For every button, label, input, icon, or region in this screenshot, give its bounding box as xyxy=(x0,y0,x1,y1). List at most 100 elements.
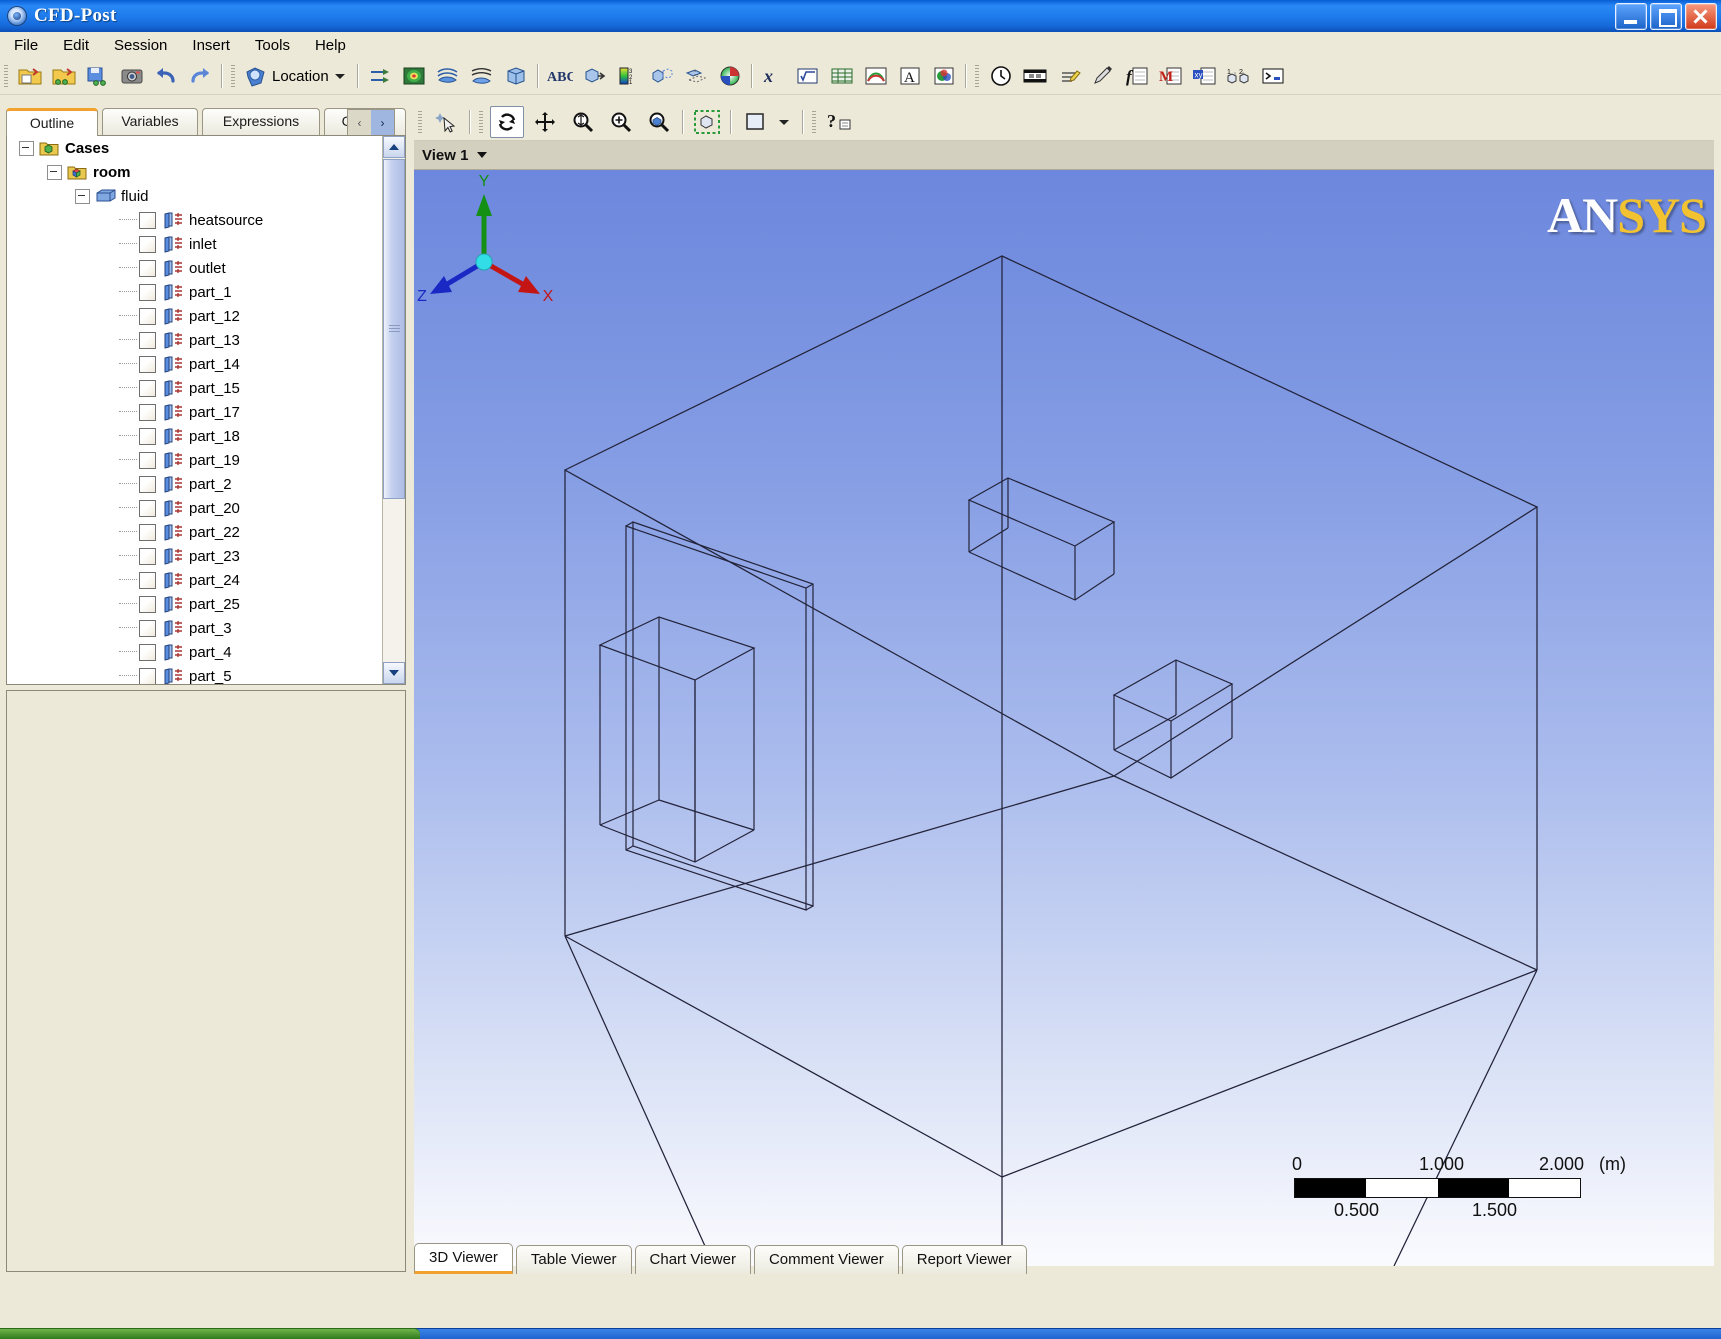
tree-scrollbar[interactable] xyxy=(382,136,405,684)
tree-item-checkbox[interactable] xyxy=(139,548,156,565)
tree-item-part-17[interactable]: part_17 xyxy=(7,400,382,424)
turbo-icon[interactable]: 12 xyxy=(1223,60,1255,92)
tab-expressions[interactable]: Expressions xyxy=(202,108,320,135)
outline-tree[interactable]: Casesroomfluidheatsourceinletoutletpart_… xyxy=(7,136,382,684)
tree-item-part-2[interactable]: part_2 xyxy=(7,472,382,496)
report-figure-icon[interactable] xyxy=(928,60,960,92)
maximize-button[interactable] xyxy=(1650,3,1682,30)
background-dropdown-icon[interactable] xyxy=(776,106,796,138)
pan-icon[interactable] xyxy=(528,106,562,138)
tree-item-room[interactable]: room xyxy=(7,160,382,184)
vector-icon[interactable] xyxy=(364,60,396,92)
menu-tools[interactable]: Tools xyxy=(244,34,301,57)
zoom-box-icon[interactable] xyxy=(566,106,600,138)
tree-item-checkbox[interactable] xyxy=(139,428,156,445)
clip-plane-icon[interactable] xyxy=(680,60,712,92)
fit-view-icon[interactable] xyxy=(642,106,676,138)
tree-item-part-22[interactable]: part_22 xyxy=(7,520,382,544)
zoom-in-icon[interactable] xyxy=(604,106,638,138)
redo-icon[interactable] xyxy=(184,60,216,92)
viewer-toolbar-grip-3[interactable] xyxy=(812,111,816,133)
tab-next-button[interactable]: › xyxy=(371,110,394,135)
toolbar-grip-2[interactable] xyxy=(231,65,235,87)
location-dropdown-icon[interactable] xyxy=(335,74,345,79)
select-pick-icon[interactable] xyxy=(429,106,463,138)
rotate-icon[interactable] xyxy=(490,106,524,138)
minimize-button[interactable] xyxy=(1615,3,1647,30)
tree-item-part-4[interactable]: part_4 xyxy=(7,640,382,664)
tree-item-checkbox[interactable] xyxy=(139,476,156,493)
tree-item-checkbox[interactable] xyxy=(139,572,156,589)
toolbar-grip-3[interactable] xyxy=(975,65,979,87)
tree-item-checkbox[interactable] xyxy=(139,500,156,517)
tree-item-checkbox[interactable] xyxy=(139,452,156,469)
tree-item-part-24[interactable]: part_24 xyxy=(7,568,382,592)
tree-item-checkbox[interactable] xyxy=(139,356,156,373)
function-calculator-icon[interactable] xyxy=(792,60,824,92)
load-state-icon[interactable] xyxy=(48,60,80,92)
tree-item-checkbox[interactable] xyxy=(139,404,156,421)
instance-transform-icon[interactable] xyxy=(646,60,678,92)
tab-comment-viewer[interactable]: Comment Viewer xyxy=(754,1245,899,1274)
probe-icon[interactable] xyxy=(1087,60,1119,92)
axis-triad[interactable]: Y X Z xyxy=(414,170,554,310)
particle-track-icon[interactable] xyxy=(466,60,498,92)
variable-calculator-icon[interactable]: xy xyxy=(1189,60,1221,92)
tree-item-heatsource[interactable]: heatsource xyxy=(7,208,382,232)
timestep-icon[interactable] xyxy=(985,60,1017,92)
menu-insert[interactable]: Insert xyxy=(181,34,241,57)
location-button[interactable]: Location xyxy=(240,60,353,92)
legend-icon[interactable]: 321 xyxy=(612,60,644,92)
edit-icon[interactable] xyxy=(1053,60,1085,92)
tree-item-part-3[interactable]: part_3 xyxy=(7,616,382,640)
tree-item-checkbox[interactable] xyxy=(139,596,156,613)
tree-item-checkbox[interactable] xyxy=(139,284,156,301)
scroll-thumb[interactable] xyxy=(383,159,405,499)
color-map-icon[interactable] xyxy=(714,60,746,92)
close-button[interactable] xyxy=(1685,3,1717,30)
toolbar-grip[interactable] xyxy=(4,65,8,87)
load-results-icon[interactable] xyxy=(14,60,46,92)
tree-item-part-25[interactable]: part_25 xyxy=(7,592,382,616)
tree-expander-icon[interactable] xyxy=(47,165,62,180)
tab-report-viewer[interactable]: Report Viewer xyxy=(902,1245,1027,1274)
start-button[interactable] xyxy=(0,1328,420,1339)
coordinate-frame-icon[interactable] xyxy=(578,60,610,92)
macro-calculator-icon[interactable]: M xyxy=(1155,60,1187,92)
tree-item-checkbox[interactable] xyxy=(139,620,156,637)
tab-table-viewer[interactable]: Table Viewer xyxy=(516,1245,632,1274)
menu-edit[interactable]: Edit xyxy=(52,34,100,57)
tree-item-checkbox[interactable] xyxy=(139,524,156,541)
scroll-up-button[interactable] xyxy=(383,136,405,158)
view-selector-bar[interactable]: View 1 xyxy=(414,141,1714,170)
tab-outline[interactable]: Outline xyxy=(6,108,98,136)
tree-item-checkbox[interactable] xyxy=(139,380,156,397)
background-color-icon[interactable] xyxy=(738,106,772,138)
streamline-icon[interactable] xyxy=(432,60,464,92)
report-text-icon[interactable]: A xyxy=(894,60,926,92)
tree-item-outlet[interactable]: outlet xyxy=(7,256,382,280)
expression-icon[interactable]: x xyxy=(758,60,790,92)
save-state-icon[interactable] xyxy=(82,60,114,92)
tree-expander-icon[interactable] xyxy=(19,141,34,156)
tree-item-fluid[interactable]: fluid xyxy=(7,184,382,208)
tree-item-checkbox[interactable] xyxy=(139,308,156,325)
tree-item-part-23[interactable]: part_23 xyxy=(7,544,382,568)
table-icon[interactable] xyxy=(826,60,858,92)
tree-expander-icon[interactable] xyxy=(75,189,90,204)
tree-item-cases[interactable]: Cases xyxy=(7,136,382,160)
viewer-toolbar-grip-2[interactable] xyxy=(479,111,483,133)
tree-item-part-13[interactable]: part_13 xyxy=(7,328,382,352)
tree-item-checkbox[interactable] xyxy=(139,644,156,661)
text-icon[interactable]: ABC xyxy=(544,60,576,92)
chevron-down-icon[interactable] xyxy=(477,152,487,158)
tree-item-checkbox[interactable] xyxy=(139,212,156,229)
menu-help[interactable]: Help xyxy=(304,34,357,57)
tree-item-checkbox[interactable] xyxy=(139,668,156,685)
contour-icon[interactable] xyxy=(398,60,430,92)
3d-viewport[interactable]: ANSYS 0 1.000 2.000 (m) 0.500 1.500 xyxy=(414,170,1714,1266)
viewer-toolbar-grip[interactable] xyxy=(418,111,422,133)
animation-icon[interactable] xyxy=(1019,60,1051,92)
menu-session[interactable]: Session xyxy=(103,34,178,57)
command-editor-icon[interactable] xyxy=(1257,60,1289,92)
